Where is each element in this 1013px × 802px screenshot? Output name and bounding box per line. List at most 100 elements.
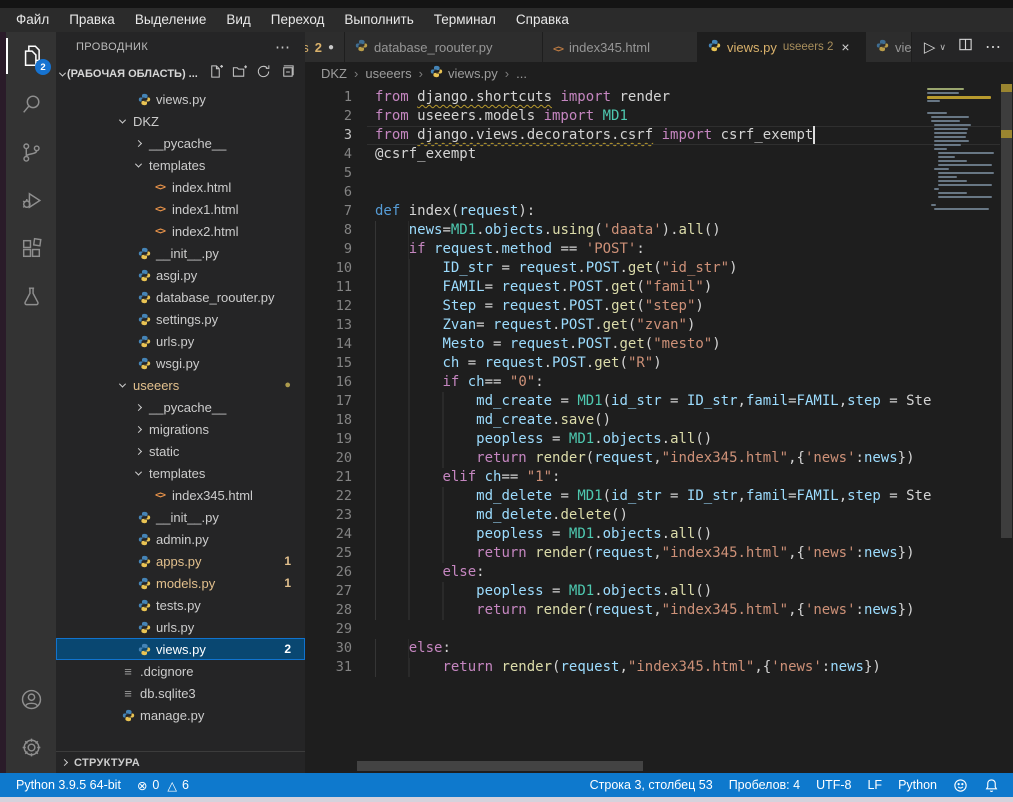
code-line-9[interactable]: 9 if request.method == 'POST': <box>305 240 1013 259</box>
tree-item-manage-py[interactable]: manage.py <box>56 704 305 726</box>
breadcrumb-item-useeers[interactable]: useeers <box>365 66 411 81</box>
problems-indicator[interactable]: ⊗ 0 △ 6 <box>129 778 197 793</box>
menu-справка[interactable]: Справка <box>506 8 579 32</box>
code-line-10[interactable]: 10 ID_str = request.POST.get("id_str") <box>305 259 1013 278</box>
code-line-3[interactable]: 3from django.views.decorators.csrf impor… <box>305 126 1013 145</box>
activity-search[interactable] <box>6 80 56 128</box>
tab-views-py[interactable]: views.pyuseeers 2× <box>698 32 866 62</box>
code-line-14[interactable]: 14 Mesto = request.POST.get("mesto") <box>305 335 1013 354</box>
tree-item-migrations[interactable]: migrations <box>56 418 305 440</box>
menu-переход[interactable]: Переход <box>261 8 335 32</box>
tree-item-db-sqlite3[interactable]: ≡db.sqlite3 <box>56 682 305 704</box>
minimap[interactable] <box>927 88 999 212</box>
close-icon[interactable]: × <box>841 39 849 55</box>
explorer-more-actions-icon[interactable]: ⋯ <box>275 38 291 56</box>
menu-правка[interactable]: Правка <box>59 8 125 32</box>
activity-account[interactable] <box>6 675 56 723</box>
tree-item-models-py[interactable]: models.py1 <box>56 572 305 594</box>
tree-item-templates[interactable]: templates <box>56 154 305 176</box>
code-line-21[interactable]: 21 elif ch== "1": <box>305 468 1013 487</box>
activity-run-and-debug[interactable] <box>6 176 56 224</box>
tree-item-settings-py[interactable]: settings.py <box>56 308 305 330</box>
new-file-icon[interactable] <box>208 64 223 84</box>
language-mode-indicator[interactable]: Python <box>890 778 945 793</box>
tree-item-urls-py[interactable]: urls.py <box>56 330 305 352</box>
python-interpreter-indicator[interactable]: Python 3.9.5 64-bit <box>8 778 129 793</box>
run-python-file-icon[interactable]: ▷ <box>924 38 936 56</box>
code-line-29[interactable]: 29 <box>305 620 1013 639</box>
code-line-16[interactable]: 16 if ch== "0": <box>305 373 1013 392</box>
vertical-scrollbar-thumb[interactable] <box>1001 86 1012 538</box>
tree-item-index1-html[interactable]: <>index1.html <box>56 198 305 220</box>
code-line-24[interactable]: 24 peopless = MD1.objects.all() <box>305 525 1013 544</box>
menu-файл[interactable]: Файл <box>6 8 59 32</box>
tree-item-apps-py[interactable]: apps.py1 <box>56 550 305 572</box>
split-editor-icon[interactable] <box>958 37 973 57</box>
tab-vie[interactable]: vie <box>866 32 912 62</box>
code-line-23[interactable]: 23 md_delete.delete() <box>305 506 1013 525</box>
tree-item-useeers[interactable]: useeers● <box>56 374 305 396</box>
tree-item-templates[interactable]: templates <box>56 462 305 484</box>
code-line-17[interactable]: 17 md_create = MD1(id_str = ID_str,famil… <box>305 392 1013 411</box>
code-line-13[interactable]: 13 Zvan= request.POST.get("zvan") <box>305 316 1013 335</box>
tree-item-index2-html[interactable]: <>index2.html <box>56 220 305 242</box>
editor-more-actions-icon[interactable]: ⋯ <box>985 37 1001 57</box>
code-line-15[interactable]: 15 ch = request.POST.get("R") <box>305 354 1013 373</box>
tree-item-static[interactable]: static <box>56 440 305 462</box>
activity-explorer[interactable]: 2 <box>6 32 56 80</box>
menu-терминал[interactable]: Терминал <box>424 8 506 32</box>
breadcrumb-item--[interactable]: ... <box>516 66 527 81</box>
tree-item-views-py[interactable]: views.py2 <box>56 638 305 660</box>
tree-item-urls-py[interactable]: urls.py <box>56 616 305 638</box>
tab-database-roouter-py[interactable]: database_roouter.py <box>345 32 543 62</box>
run-dropdown-chevron-icon[interactable]: ∨ <box>939 42 946 53</box>
tree-item-wsgi-py[interactable]: wsgi.py <box>56 352 305 374</box>
eol-indicator[interactable]: LF <box>859 778 890 793</box>
code-line-22[interactable]: 22 md_delete = MD1(id_str = ID_str,famil… <box>305 487 1013 506</box>
code-line-7[interactable]: 7def index(request): <box>305 202 1013 221</box>
feedback-icon[interactable] <box>945 778 976 793</box>
tree-item-dkz[interactable]: DKZ <box>56 110 305 132</box>
code-area[interactable]: 1from django.shortcuts import render2fro… <box>305 84 1013 773</box>
indentation-indicator[interactable]: Пробелов: 4 <box>721 778 808 793</box>
code-line-2[interactable]: 2from useeers.models import MD1 <box>305 107 1013 126</box>
activity-settings[interactable] <box>6 723 56 771</box>
new-folder-icon[interactable] <box>232 64 247 84</box>
code-line-27[interactable]: 27 peopless = MD1.objects.all() <box>305 582 1013 601</box>
code-line-6[interactable]: 6 <box>305 183 1013 202</box>
refresh-icon[interactable] <box>256 64 271 84</box>
collapse-all-icon[interactable] <box>280 64 295 84</box>
tree-item--init-py[interactable]: __init__.py <box>56 506 305 528</box>
code-line-19[interactable]: 19 peopless = MD1.objects.all() <box>305 430 1013 449</box>
code-line-25[interactable]: 25 return render(request,"index345.html"… <box>305 544 1013 563</box>
breadcrumb-item-views-py[interactable]: views.py <box>430 65 498 81</box>
menu-выделение[interactable]: Выделение <box>125 8 217 32</box>
activity-testing[interactable] <box>6 272 56 320</box>
code-line-20[interactable]: 20 return render(request,"index345.html"… <box>305 449 1013 468</box>
code-line-31[interactable]: 31 return render(request,"index345.html"… <box>305 658 1013 677</box>
code-line-11[interactable]: 11 FAMIL= request.POST.get("famil") <box>305 278 1013 297</box>
tree-item--pycache-[interactable]: __pycache__ <box>56 396 305 418</box>
code-line-18[interactable]: 18 md_create.save() <box>305 411 1013 430</box>
menu-вид[interactable]: Вид <box>216 8 260 32</box>
cursor-position-indicator[interactable]: Строка 3, столбец 53 <box>582 778 721 793</box>
code-line-26[interactable]: 26 else: <box>305 563 1013 582</box>
tree-item-database-roouter-py[interactable]: database_roouter.py <box>56 286 305 308</box>
tree-item-views-py[interactable]: views.py <box>56 88 305 110</box>
code-line-28[interactable]: 28 return render(request,"index345.html"… <box>305 601 1013 620</box>
breadcrumb-item-dkz[interactable]: DKZ <box>321 66 347 81</box>
code-line-30[interactable]: 30 else: <box>305 639 1013 658</box>
tree-item-index345-html[interactable]: <>index345.html <box>56 484 305 506</box>
encoding-indicator[interactable]: UTF-8 <box>808 778 859 793</box>
outline-section-header[interactable]: СТРУКТУРА <box>56 751 305 773</box>
activity-source-control[interactable] <box>6 128 56 176</box>
horizontal-scrollbar-thumb[interactable] <box>357 761 643 771</box>
tree-item-admin-py[interactable]: admin.py <box>56 528 305 550</box>
tab-index345-html[interactable]: <>index345.html <box>543 32 698 62</box>
code-line-8[interactable]: 8 news=MD1.objects.using('daata').all() <box>305 221 1013 240</box>
tree-item--dcignore[interactable]: ≡.dcignore <box>56 660 305 682</box>
code-line-12[interactable]: 12 Step = request.POST.get("step") <box>305 297 1013 316</box>
vertical-scrollbar[interactable] <box>1000 84 1013 773</box>
notifications-bell-icon[interactable] <box>976 778 1007 793</box>
tree-item--pycache-[interactable]: __pycache__ <box>56 132 305 154</box>
